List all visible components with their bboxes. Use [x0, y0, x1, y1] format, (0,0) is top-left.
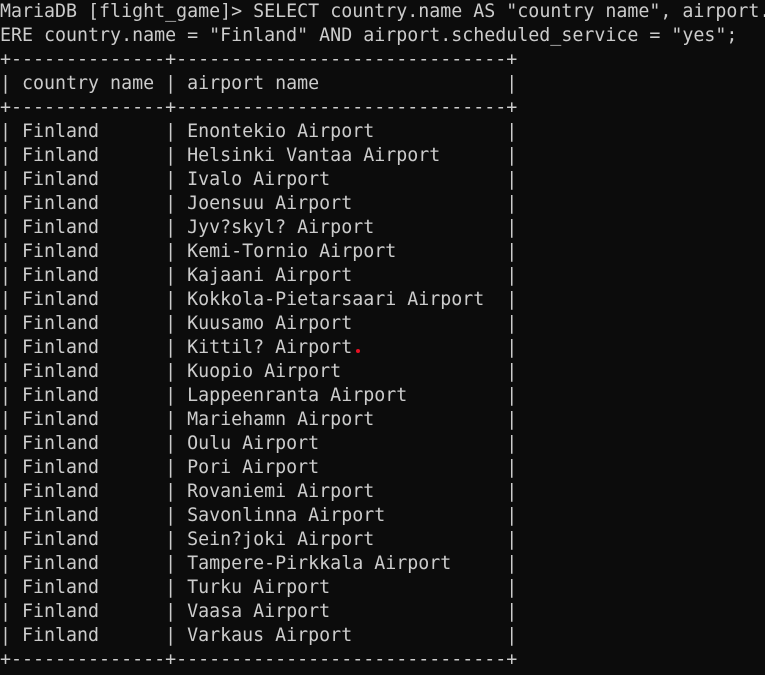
table-row: | Finland | Kemi-Tornio Airport | [0, 241, 518, 262]
table-row: | Finland | Pori Airport | [0, 457, 518, 478]
query-text-2: ERE country.name = "Finland" AND airport… [0, 25, 738, 46]
mouse-cursor-dot [356, 349, 360, 353]
table-row: | Finland | Kokkola-Pietarsaari Airport … [0, 289, 518, 310]
table-row: | Finland | Kittil? Airport | [0, 337, 518, 358]
query-text-1: SELECT country.name AS "country name", a… [253, 1, 765, 22]
table-header-row: | country name | airport name | [0, 73, 518, 94]
table-row: | Finland | Enontekio Airport | [0, 121, 518, 142]
table-row: | Finland | Sein?joki Airport | [0, 529, 518, 550]
table-row: | Finland | Helsinki Vantaa Airport | [0, 145, 518, 166]
table-row: | Finland | Savonlinna Airport | [0, 505, 518, 526]
table-row: | Finland | Mariehamn Airport | [0, 409, 518, 430]
table-row: | Finland | Varkaus Airport | [0, 625, 518, 646]
command-line-1: MariaDB [flight_game]> SELECT country.na… [0, 0, 765, 24]
table-row: | Finland | Vaasa Airport | [0, 601, 518, 622]
table-row: | Finland | Kuusamo Airport | [0, 313, 518, 334]
table-border-bottom: +--------------+------------------------… [0, 649, 518, 670]
table-row: | Finland | Jyv?skyl? Airport | [0, 217, 518, 238]
table-row: | Finland | Ivalo Airport | [0, 169, 518, 190]
table-row: | Finland | Kajaani Airport | [0, 265, 518, 286]
table-row: | Finland | Turku Airport | [0, 577, 518, 598]
mariadb-prompt: MariaDB [flight_game]> [0, 1, 243, 22]
table-border-top: +--------------+------------------------… [0, 49, 518, 70]
table-row: | Finland | Rovaniemi Airport | [0, 481, 518, 502]
table-row: | Finland | Lappeenranta Airport | [0, 385, 518, 406]
table-row: | Finland | Tampere-Pirkkala Airport | [0, 553, 518, 574]
table-row: | Finland | Kuopio Airport | [0, 361, 518, 382]
terminal-window[interactable]: MariaDB [flight_game]> SELECT country.na… [0, 0, 765, 675]
table-row: | Finland | Oulu Airport | [0, 433, 518, 454]
table-border-mid: +--------------+------------------------… [0, 97, 518, 118]
table-row: | Finland | Joensuu Airport | [0, 193, 518, 214]
